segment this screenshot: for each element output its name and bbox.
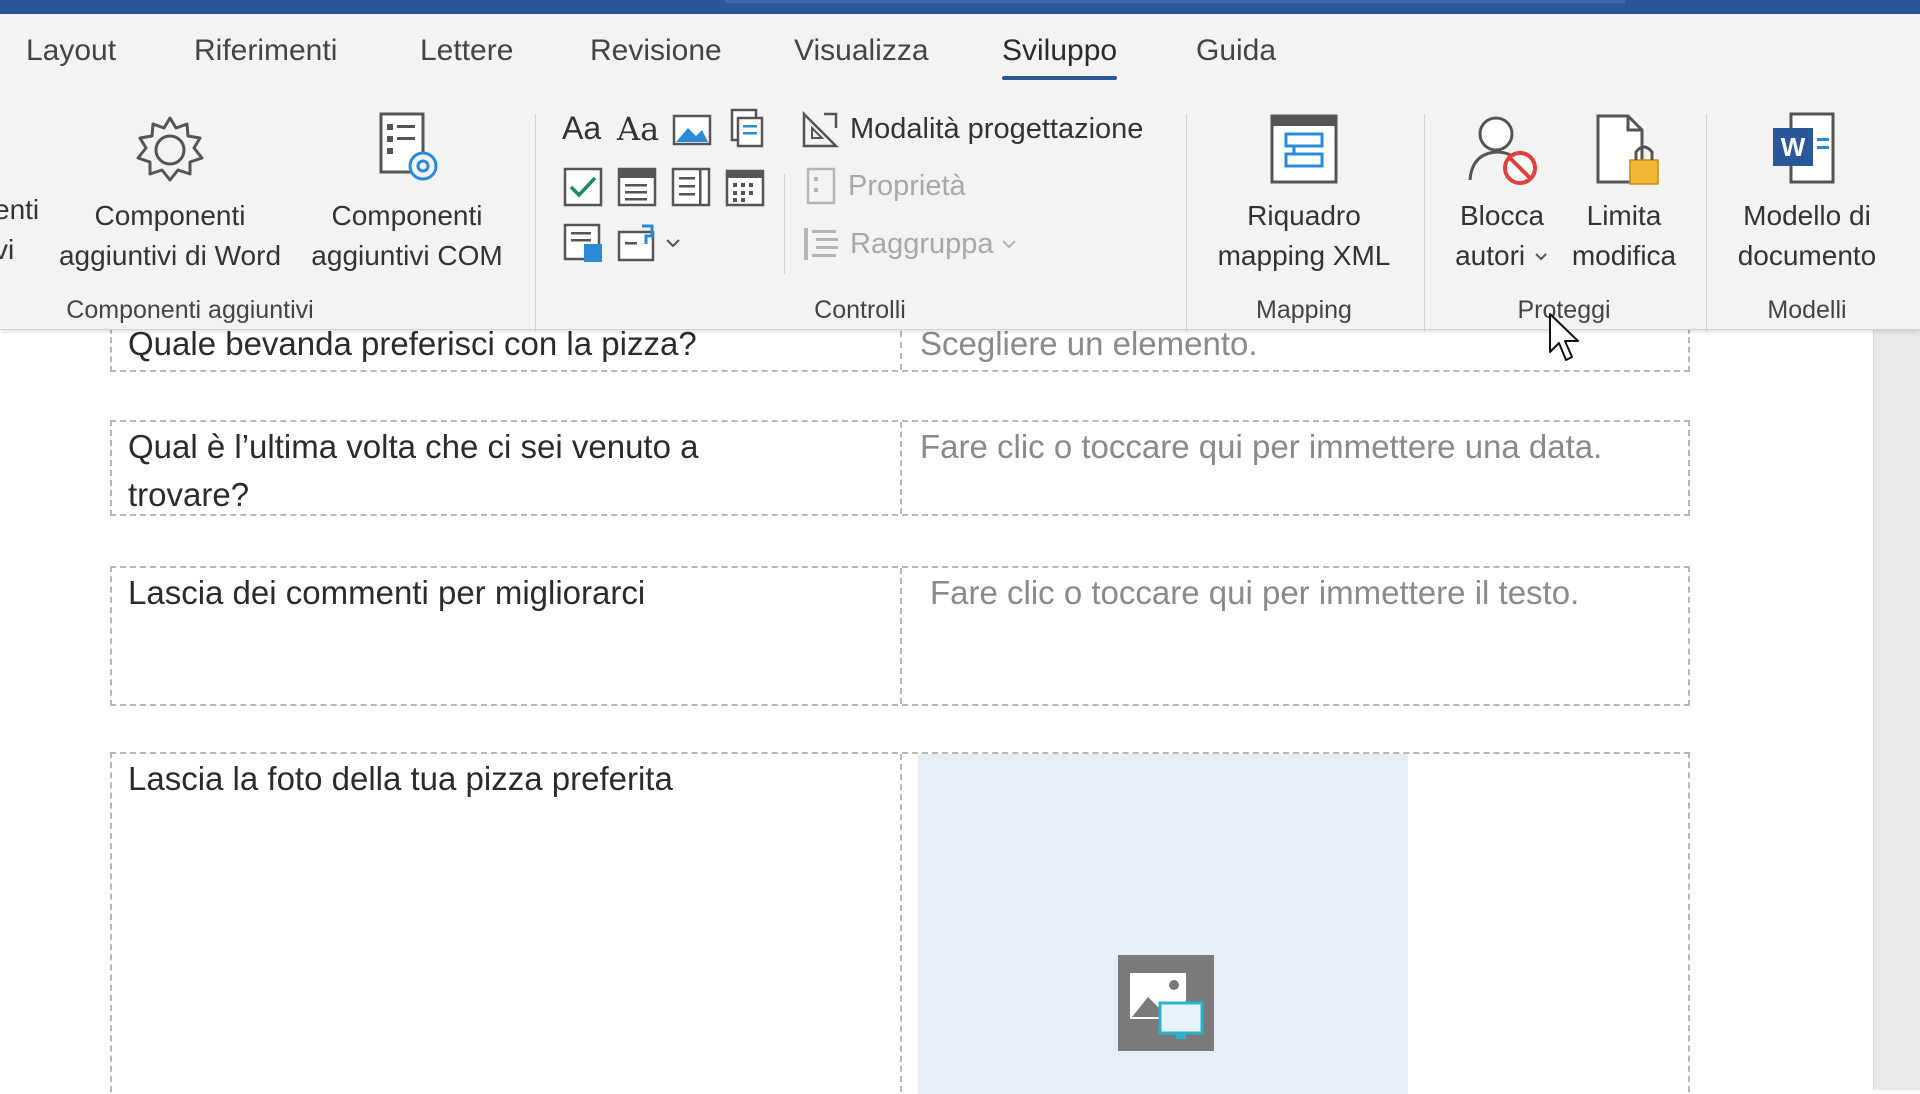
question-last-visit: Qual è l’ultima volta che ci sei venuto … xyxy=(128,423,888,519)
restrict-editing-button[interactable]: Limita modifica xyxy=(1562,110,1686,276)
xml-mapping-pane-button[interactable]: Riquadro mapping XML xyxy=(1204,110,1404,276)
group-button[interactable]: Raggruppa xyxy=(800,224,1026,264)
addins-partial-line1: enti xyxy=(0,194,40,225)
restrict-editing-line1: Limita xyxy=(1586,200,1662,231)
block-authors-button[interactable]: Blocca autori xyxy=(1440,110,1564,276)
separator xyxy=(1706,114,1707,332)
title-search-strip[interactable] xyxy=(725,0,1625,3)
xml-mapping-icon xyxy=(1270,114,1338,184)
cell-divider xyxy=(900,754,902,1092)
design-mode-label: Modalità progettazione xyxy=(850,112,1144,145)
document-template-button[interactable]: W Modello di documento xyxy=(1722,110,1892,276)
tab-riferimenti[interactable]: Riferimenti xyxy=(194,34,337,68)
properties-icon xyxy=(806,167,836,205)
chevron-down-icon[interactable] xyxy=(664,234,682,252)
design-mode-icon xyxy=(802,110,840,148)
ribbon-tabs: Layout Riferimenti Lettere Revisione Vis… xyxy=(0,14,1920,94)
picture-control-icon[interactable] xyxy=(672,110,712,150)
plain-text-control-icon[interactable]: Aa xyxy=(617,110,659,148)
title-bar xyxy=(0,0,1920,14)
cell-divider xyxy=(900,422,902,514)
restrict-editing-line2: modifica xyxy=(1571,240,1677,271)
tab-lettere[interactable]: Lettere xyxy=(420,34,513,68)
question-photo: Lascia la foto della tua pizza preferita xyxy=(128,760,673,797)
building-block-control-icon[interactable] xyxy=(726,108,766,150)
group-label-mapping: Mapping xyxy=(1256,296,1352,324)
gear-icon xyxy=(136,116,204,182)
legacy-tools-icon[interactable] xyxy=(616,222,658,264)
block-authors-line2: autori xyxy=(1455,240,1526,271)
document-template-line2: documento xyxy=(1737,240,1877,271)
group-label-templates: Modelli xyxy=(1767,296,1847,324)
group-label-addins: Componenti aggiuntivi xyxy=(66,296,314,324)
com-addins-icon xyxy=(379,112,438,181)
vertical-scrollbar[interactable] xyxy=(1873,330,1920,1090)
word-addins-button[interactable]: Componenti aggiuntivi di Word xyxy=(48,110,292,276)
rich-text-control-icon[interactable]: Aa xyxy=(562,110,601,147)
cell-divider xyxy=(900,568,902,704)
checkbox-control-icon[interactable] xyxy=(562,166,604,208)
group-icon xyxy=(804,228,838,260)
block-authors-line2-wrap: autori xyxy=(1440,236,1564,276)
date-picker-content-control[interactable]: Fare clic o toccare qui per immettere un… xyxy=(920,423,1602,471)
separator xyxy=(1186,114,1187,332)
xml-mapping-line2: mapping XML xyxy=(1217,240,1391,271)
document-template-line1: Modello di xyxy=(1743,200,1871,231)
word-template-icon: W xyxy=(1773,112,1835,184)
question-comments: Lascia dei commenti per migliorarci xyxy=(128,574,646,611)
ribbon: Layout Riferimenti Lettere Revisione Vis… xyxy=(0,14,1920,332)
block-authors-line1: Blocca xyxy=(1459,200,1545,231)
tab-visualizza[interactable]: Visualizza xyxy=(794,34,929,68)
com-addins-line1: Componenti xyxy=(331,200,483,231)
word-addins-line1: Componenti xyxy=(94,200,246,231)
question-last-visit-line2: trovare? xyxy=(128,476,250,513)
block-authors-icon xyxy=(1468,116,1537,185)
repeating-section-control-icon[interactable] xyxy=(562,222,604,264)
xml-mapping-line1: Riquadro xyxy=(1247,200,1361,231)
date-picker-control-icon[interactable] xyxy=(724,166,766,208)
svg-text:W: W xyxy=(1781,132,1806,162)
group-label-controls: Controlli xyxy=(814,296,906,324)
separator xyxy=(535,114,536,332)
text-content-control[interactable]: Fare clic o toccare qui per immettere il… xyxy=(930,569,1579,617)
word-addins-line2: aggiuntivi di Word xyxy=(58,240,282,271)
addins-partial-line2: vi xyxy=(0,234,15,265)
properties-label: Proprietà xyxy=(848,169,966,202)
com-addins-button[interactable]: Componenti aggiuntivi COM xyxy=(302,110,512,276)
table-row: Qual è l’ultima volta che ci sei venuto … xyxy=(110,420,1690,516)
combo-box-control-icon[interactable] xyxy=(616,166,658,208)
tab-guida[interactable]: Guida xyxy=(1196,34,1276,68)
group-label: Raggruppa xyxy=(850,227,994,260)
separator xyxy=(784,174,785,274)
chevron-down-icon xyxy=(1535,253,1547,261)
question-last-visit-line1: Qual è l’ultima volta che ci sei venuto … xyxy=(128,428,699,465)
properties-button[interactable]: Proprietà xyxy=(804,166,966,206)
table-row: Lascia la foto della tua pizza preferita xyxy=(110,752,1690,1092)
mouse-cursor-icon xyxy=(1549,313,1579,361)
design-mode-button[interactable]: Modalità progettazione xyxy=(800,108,1143,150)
tab-layout[interactable]: Layout xyxy=(26,34,116,68)
dropdown-list-control-icon[interactable] xyxy=(670,166,712,208)
com-addins-line2: aggiuntivi COM xyxy=(311,240,503,271)
addins-partial-button[interactable]: enti vi xyxy=(0,190,39,270)
restrict-editing-icon xyxy=(1596,114,1659,185)
chevron-down-icon xyxy=(1001,240,1016,249)
table-row: Lascia dei commenti per migliorarci Fare… xyxy=(110,566,1690,706)
tab-revisione[interactable]: Revisione xyxy=(590,34,722,68)
picture-placeholder-icon[interactable] xyxy=(1118,955,1214,1051)
tab-sviluppo[interactable]: Sviluppo xyxy=(1002,34,1118,80)
separator xyxy=(1424,114,1425,332)
